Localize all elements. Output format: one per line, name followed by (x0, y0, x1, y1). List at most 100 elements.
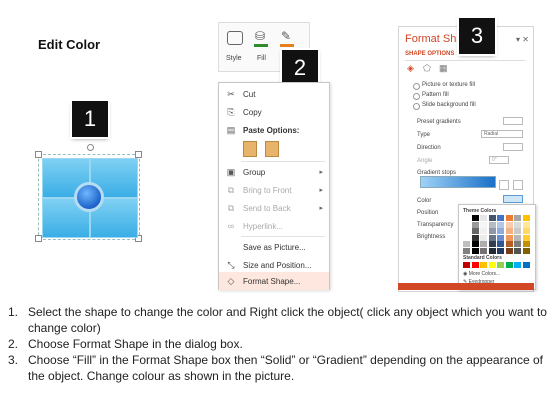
color-swatch[interactable] (505, 241, 513, 247)
color-swatch[interactable] (505, 234, 513, 241)
color-swatch[interactable] (480, 262, 487, 268)
color-swatch[interactable] (488, 228, 496, 234)
color-swatch[interactable] (505, 221, 513, 228)
color-swatch[interactable] (497, 247, 504, 254)
color-swatch[interactable] (488, 241, 496, 247)
color-swatch[interactable] (522, 228, 530, 234)
color-swatch[interactable] (514, 215, 521, 221)
list-number: 3. (8, 353, 19, 367)
radio-slide-background-fill[interactable] (413, 103, 420, 110)
color-swatch[interactable] (480, 247, 487, 254)
color-swatch[interactable] (463, 221, 470, 228)
color-swatch[interactable] (471, 221, 479, 228)
color-swatch[interactable] (522, 221, 530, 228)
color-swatch[interactable] (522, 234, 530, 241)
color-swatch[interactable] (514, 262, 521, 268)
menu-item-group[interactable]: ▣ Group ▸ (219, 163, 329, 181)
preset-gradients-dropdown[interactable] (503, 117, 523, 125)
list-item: 2. Choose Format Shape in the dialog box. (8, 336, 553, 352)
color-swatch[interactable] (471, 215, 479, 221)
chevron-down-icon[interactable]: ▾ (516, 35, 520, 44)
menu-item-bring-to-front: ⧉ Bring to Front ▸ (219, 181, 329, 199)
color-swatch[interactable] (522, 215, 530, 221)
add-stop-button[interactable] (499, 180, 509, 190)
color-swatch[interactable] (471, 234, 479, 241)
color-dropdown[interactable] (503, 195, 523, 203)
color-swatch[interactable] (463, 228, 470, 234)
hyperlink-icon: ∞ (227, 221, 235, 231)
fill-line-icon[interactable]: ◈ (407, 63, 414, 74)
color-swatch[interactable] (514, 228, 521, 234)
menu-item-cut[interactable]: ✂ Cut (219, 85, 329, 103)
color-swatch[interactable] (505, 215, 513, 221)
option-label: Pattern fill (422, 92, 449, 98)
color-swatch[interactable] (471, 228, 479, 234)
pen-icon[interactable]: ✎ (281, 29, 291, 43)
close-icon[interactable]: ✕ (522, 35, 529, 44)
send-back-icon: ⧉ (227, 202, 235, 213)
paste-buttons (243, 141, 279, 157)
gradient-stops-bar[interactable] (420, 176, 496, 188)
blue-shape[interactable] (35, 144, 142, 242)
tab-shape-options[interactable]: SHAPE OPTIONS (405, 51, 454, 57)
color-swatch[interactable] (488, 247, 496, 254)
menu-item-copy[interactable]: ⎘ Copy (219, 103, 329, 121)
size-icon[interactable]: ▦ (439, 63, 448, 74)
color-swatch[interactable] (480, 228, 487, 234)
group-icon: ▣ (226, 166, 236, 177)
color-swatch[interactable] (497, 262, 504, 268)
color-swatch[interactable] (480, 234, 487, 241)
color-swatch[interactable] (522, 262, 530, 268)
color-swatch[interactable] (497, 215, 504, 221)
color-swatch[interactable] (480, 215, 487, 221)
color-swatch[interactable] (488, 221, 496, 228)
paint-bucket-icon[interactable]: ⛁ (255, 29, 265, 43)
menu-item-save-as-picture[interactable]: Save as Picture... (219, 238, 329, 256)
color-swatch[interactable] (488, 262, 496, 268)
rotate-handle[interactable] (87, 144, 94, 151)
color-swatch[interactable] (514, 247, 521, 254)
row-label: Angle (417, 158, 433, 164)
menu-item-format-shape[interactable]: ◇ Format Shape... (219, 272, 329, 290)
color-swatch[interactable] (505, 247, 513, 254)
remove-stop-button[interactable] (513, 180, 523, 190)
radio-pattern-fill[interactable] (413, 93, 420, 100)
type-dropdown[interactable]: Radial (481, 130, 523, 138)
direction-dropdown[interactable] (503, 143, 523, 151)
color-swatch[interactable] (488, 234, 496, 241)
angle-input[interactable]: 0° (489, 156, 509, 164)
color-swatch[interactable] (480, 221, 487, 228)
color-swatch[interactable] (514, 241, 521, 247)
style-icon[interactable] (227, 31, 243, 45)
effects-icon[interactable]: ⬠ (423, 63, 431, 74)
color-swatch[interactable] (471, 262, 479, 268)
color-swatch[interactable] (497, 221, 504, 228)
resize-handle[interactable] (35, 151, 42, 158)
resize-handle[interactable] (135, 151, 142, 158)
color-swatch[interactable] (514, 234, 521, 241)
color-swatch[interactable] (514, 221, 521, 228)
color-swatch[interactable] (505, 228, 513, 234)
color-swatch[interactable] (463, 215, 470, 221)
color-swatch[interactable] (522, 241, 530, 247)
paste-picture-icon[interactable] (265, 141, 279, 157)
more-colors-button[interactable]: ◉ More Colors... (463, 271, 500, 277)
color-swatch[interactable] (505, 262, 513, 268)
color-swatch[interactable] (480, 241, 487, 247)
color-swatch[interactable] (471, 247, 479, 254)
list-item: 3. Choose “Fill” in the Format Shape box … (8, 352, 553, 384)
color-swatch[interactable] (522, 247, 530, 254)
color-swatch[interactable] (471, 241, 479, 247)
color-swatch[interactable] (497, 241, 504, 247)
radio-picture-fill[interactable] (413, 83, 420, 90)
color-swatch[interactable] (497, 234, 504, 241)
color-swatch[interactable] (488, 215, 496, 221)
tab-divider (405, 60, 525, 61)
color-swatch[interactable] (463, 262, 470, 268)
color-swatch[interactable] (463, 247, 470, 254)
color-swatch[interactable] (463, 241, 470, 247)
paste-icon[interactable] (243, 141, 257, 157)
color-swatch[interactable] (497, 228, 504, 234)
color-swatch[interactable] (463, 234, 470, 241)
resize-handle[interactable] (35, 235, 42, 242)
